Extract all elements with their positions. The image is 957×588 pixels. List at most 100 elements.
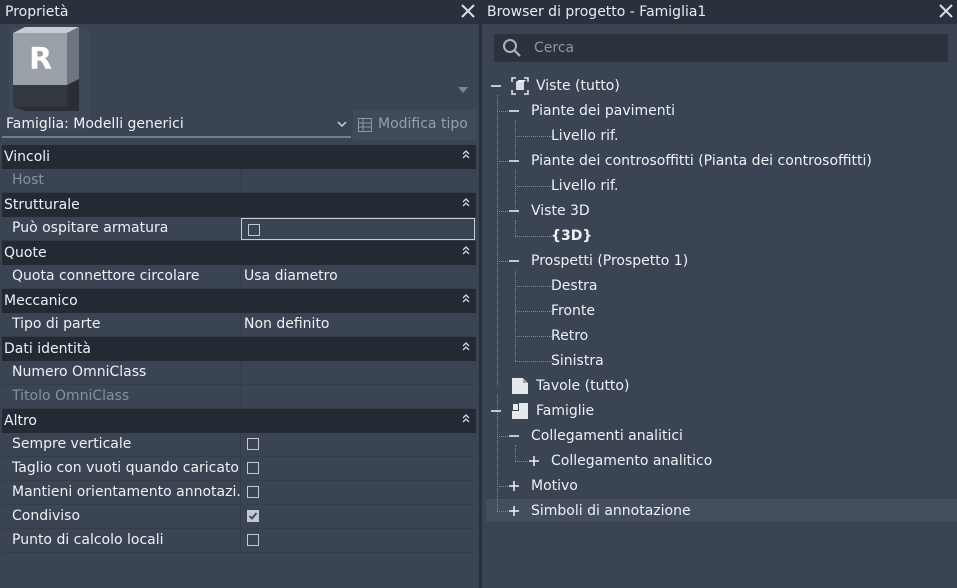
browser-titlebar: Browser di progetto - Famiglia1 [482,0,957,24]
collapse-icon[interactable] [462,150,470,160]
tree-node-label[interactable]: Destra [551,275,598,297]
property-row[interactable]: Quota connettore circolare Usa diametro [2,265,476,289]
close-icon[interactable] [937,2,955,20]
property-name: Numero OmniClass [12,364,147,380]
project-browser-panel: Browser di progetto - Famiglia1 Viste (t… [482,0,957,588]
properties-title: Proprietà [5,4,69,20]
group-header[interactable]: Quote [2,241,476,265]
checkbox[interactable] [248,224,260,236]
checkbox[interactable] [247,534,259,546]
checkbox[interactable] [247,438,259,450]
property-row[interactable]: Host [2,169,476,193]
tree-node-label[interactable]: Simboli di annotazione [531,500,691,522]
property-row[interactable]: Tipo di parte Non definito [2,313,476,337]
tree-node-label[interactable]: {3D} [551,225,592,247]
collapse-icon[interactable] [508,205,520,217]
group-header-label: Altro [4,413,37,429]
tree-node-label[interactable]: Piante dei controsoffitti (Pianta dei co… [531,150,872,172]
property-name: Sempre verticale [12,436,132,452]
property-row[interactable]: Mantieni orientamento annotazi... [2,481,476,505]
tree-guide-line [515,286,554,287]
expand-icon[interactable] [508,505,520,517]
property-value[interactable] [240,169,476,192]
property-row[interactable]: Può ospitare armatura [2,217,476,241]
property-value[interactable]: Non definito [240,313,476,336]
tree-node-label[interactable]: Piante dei pavimenti [531,100,675,122]
tree-node-label[interactable]: Collegamenti analitici [531,425,683,447]
checkbox[interactable] [247,462,259,474]
group-header[interactable]: Vincoli [2,145,476,169]
family-row: Famiglia: Modelli generici Modifica tipo [0,110,479,142]
property-value[interactable]: Usa diametro [240,265,476,288]
property-value[interactable] [240,505,476,528]
group-header[interactable]: Altro [2,409,476,433]
tree-node-label[interactable]: Famiglie [536,400,594,422]
tree-node-label[interactable]: Sinistra [551,350,604,372]
collapse-icon[interactable] [508,255,520,267]
group-header[interactable]: Meccanico [2,289,476,313]
property-value[interactable] [240,433,476,456]
collapse-icon[interactable] [462,198,470,208]
tree-guide-line [515,461,528,462]
property-row[interactable]: Titolo OmniClass [2,385,476,409]
close-icon[interactable] [459,2,477,20]
collapse-icon[interactable] [462,246,470,256]
tree-node-label[interactable]: Motivo [531,475,578,497]
properties-grid: Vincoli Host Strutturale Può ospitare armat… [2,145,476,553]
property-name: Condiviso [12,508,81,524]
tree-guide-line [497,211,508,212]
tree-node-label[interactable]: Prospetti (Prospetto 1) [531,250,688,272]
property-value[interactable] [240,457,476,480]
tree-node-label[interactable]: Viste 3D [531,200,590,222]
expand-icon[interactable] [528,455,540,467]
tree-guide-line [497,511,508,512]
property-value[interactable] [240,529,476,552]
property-row[interactable]: Numero OmniClass [2,361,476,385]
checkbox[interactable] [247,486,259,498]
group-header[interactable]: Strutturale [2,193,476,217]
tree-guide-line [497,261,508,262]
property-row[interactable]: Condiviso [2,505,476,529]
property-value[interactable] [240,361,476,384]
tree-node-label[interactable]: Livello rif. [551,125,618,147]
tree-guide-line [497,486,508,487]
property-name: Mantieni orientamento annotazi... [12,484,240,500]
property-name: Host [12,172,44,188]
collapse-icon[interactable] [508,430,520,442]
property-row[interactable]: Taglio con vuoti quando caricato [2,457,476,481]
tree-guide-line [497,436,508,437]
property-value[interactable] [240,481,476,504]
search-input[interactable] [534,37,934,59]
chevron-down-icon[interactable] [457,86,469,94]
property-name: Taglio con vuoti quando caricato [12,460,240,476]
edit-type-button[interactable]: Modifica tipo [353,110,477,140]
properties-titlebar: Proprietà [0,0,479,24]
tree-guide-line [515,361,554,362]
tree-node-label[interactable]: Collegamento analitico [551,450,712,472]
property-value[interactable] [241,218,475,240]
family-dropdown[interactable]: Famiglia: Modelli generici [2,112,351,138]
tree-node-label[interactable]: Tavole (tutto) [536,375,629,397]
collapse-icon[interactable] [508,105,520,117]
collapse-icon[interactable] [508,155,520,167]
tree-node-label[interactable]: Viste (tutto) [536,75,620,97]
group-header[interactable]: Dati identità [2,337,476,361]
checkbox-checked[interactable] [247,510,259,522]
tree-node-label[interactable]: Livello rif. [551,175,618,197]
property-row[interactable]: Sempre verticale [2,433,476,457]
collapse-icon[interactable] [462,342,470,352]
tree-node-label[interactable]: Retro [551,325,588,347]
property-value[interactable] [240,385,476,408]
browser-title: Browser di progetto - Famiglia1 [487,4,707,20]
checkmark-icon [247,510,259,522]
collapse-icon[interactable] [462,414,470,424]
collapse-icon[interactable] [490,80,502,92]
expand-icon[interactable] [508,480,520,492]
tree-guide-line [515,311,554,312]
property-row[interactable]: Punto di calcolo locali [2,529,476,553]
collapse-icon[interactable] [490,405,502,417]
chevron-down-icon [337,121,347,128]
collapse-icon[interactable] [462,294,470,304]
tree-node-label[interactable]: Fronte [551,300,595,322]
search-box [494,34,948,62]
